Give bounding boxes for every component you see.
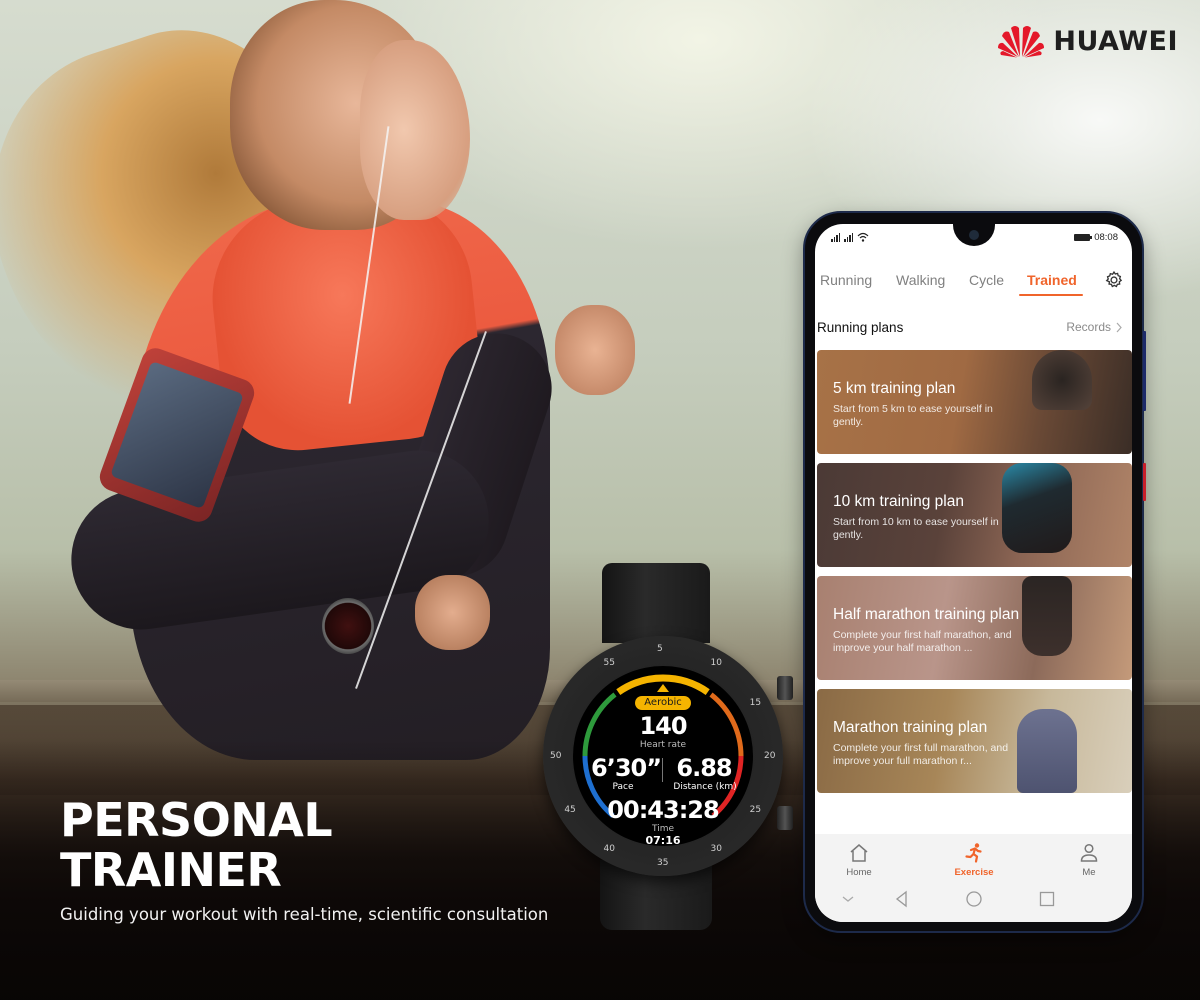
running-plans-header: Running plans Records — [817, 320, 1122, 338]
signal-icon — [831, 233, 840, 242]
plan-description: Complete your first half marathon, and i… — [833, 629, 1012, 654]
hero-title-line2: TRAINER — [60, 843, 282, 897]
watch-face: Aerobic 140 Heart rate 6’30” Pace 6.88 D… — [573, 666, 753, 847]
heart-rate-value: 140 — [639, 712, 687, 740]
bezel-number: 20 — [764, 751, 776, 761]
zone-badge: Aerobic — [635, 696, 691, 710]
tab-cycle[interactable]: Cycle — [969, 272, 1004, 288]
status-right: 08:08 — [1074, 232, 1118, 243]
bezel-number: 5 — [657, 644, 663, 654]
plan-card-half-marathon[interactable]: Half marathon training plan Complete you… — [817, 576, 1132, 680]
huawei-logo: HUAWEI — [997, 24, 1178, 58]
plan-description: Complete your first full marathon, and i… — [833, 742, 1009, 767]
watch-crown-bottom[interactable] — [777, 806, 793, 830]
plan-title: 5 km training plan — [833, 380, 956, 397]
nav-home[interactable]: Home — [829, 842, 889, 878]
smartphone: 08:08 Running Walking Cycle Trained Runn… — [803, 211, 1146, 933]
elapsed-time-value: 00:43:28 — [607, 796, 719, 824]
hero-text: PERSONAL TRAINER Guiding your workout wi… — [60, 795, 548, 924]
running-icon — [965, 843, 982, 863]
hero-title-line1: PERSONAL — [60, 793, 333, 847]
huawei-petal-logo-icon — [998, 26, 1045, 58]
plan-title: Marathon training plan — [833, 719, 988, 736]
smartwatch: 55 5 10 15 20 25 30 35 40 45 50 Aerobic 140 Heart … — [543, 636, 793, 876]
pace-value: 6’30” — [591, 754, 662, 782]
tab-running[interactable]: Running — [820, 272, 872, 288]
runner-hand — [555, 305, 635, 395]
distance-label: Distance (km) — [673, 782, 737, 792]
home-icon — [850, 844, 868, 862]
brand-name: HUAWEI — [1053, 25, 1178, 57]
watch-clock: 07:16 — [645, 834, 681, 847]
plan-description: Start from 5 km to ease yourself in gent… — [833, 403, 993, 428]
exercise-tabs: Running Walking Cycle Trained — [815, 268, 1132, 302]
signal-icon — [844, 233, 853, 242]
plan-description: Start from 10 km to ease yourself in gen… — [833, 516, 999, 541]
watch-strap-top — [602, 563, 710, 643]
elapsed-time-label: Time — [651, 824, 675, 834]
phone-screen: 08:08 Running Walking Cycle Trained Runn… — [815, 224, 1132, 922]
nav-home-label: Home — [846, 867, 872, 878]
zone-pointer-icon — [657, 684, 669, 692]
records-label: Records — [1066, 320, 1111, 334]
distance-value: 6.88 — [676, 754, 732, 782]
battery-icon — [1074, 234, 1093, 241]
plan-card-marathon[interactable]: Marathon training plan Complete your fir… — [817, 689, 1132, 793]
bottom-navigation: Home Exercise Me — [815, 834, 1132, 922]
card-photo-runner-back — [1017, 709, 1077, 793]
nav-me-label: Me — [1082, 867, 1096, 878]
heart-rate-label: Heart rate — [639, 740, 687, 750]
tab-trained[interactable]: Trained — [1027, 272, 1077, 288]
status-bar: 08:08 — [815, 232, 1132, 246]
bezel-number: 35 — [657, 858, 669, 868]
nav-me[interactable]: Me — [1059, 842, 1119, 878]
power-button[interactable] — [1143, 463, 1146, 501]
collapse-icon[interactable] — [837, 888, 859, 910]
runner-fist — [415, 575, 490, 650]
system-navigation-bar — [815, 888, 1132, 910]
gear-icon[interactable] — [1104, 270, 1124, 290]
pace-label: Pace — [612, 782, 634, 792]
home-circle-icon[interactable] — [963, 888, 985, 910]
card-photo-runner-legs — [1022, 576, 1072, 656]
section-title: Running plans — [817, 320, 904, 335]
runner-wrist-watch — [322, 598, 374, 654]
person-icon — [1080, 843, 1098, 862]
plan-card-10km[interactable]: 10 km training plan Start from 10 km to … — [817, 463, 1132, 567]
tab-walking[interactable]: Walking — [896, 272, 945, 288]
watch-crown-top[interactable] — [777, 676, 793, 700]
card-photo-shoes — [1032, 350, 1092, 410]
bezel-number: 50 — [550, 751, 562, 761]
recents-icon[interactable] — [1036, 888, 1058, 910]
volume-button[interactable] — [1143, 331, 1146, 411]
watch-divider — [662, 758, 663, 782]
status-time: 08:08 — [1094, 232, 1118, 243]
nav-exercise[interactable]: Exercise — [944, 842, 1004, 878]
active-tab-indicator — [1019, 294, 1083, 296]
hero-subtitle: Guiding your workout with real-time, sci… — [60, 905, 549, 924]
back-icon[interactable] — [891, 888, 913, 910]
nav-exercise-label: Exercise — [954, 867, 994, 878]
chevron-right-icon — [1116, 322, 1122, 332]
status-left — [831, 232, 869, 242]
plan-title: 10 km training plan — [833, 493, 964, 510]
plan-card-5km[interactable]: 5 km training plan Start from 5 km to ea… — [817, 350, 1132, 454]
wifi-icon — [857, 232, 869, 242]
records-link[interactable]: Records — [1066, 320, 1122, 334]
plan-title: Half marathon training plan — [833, 606, 1020, 623]
